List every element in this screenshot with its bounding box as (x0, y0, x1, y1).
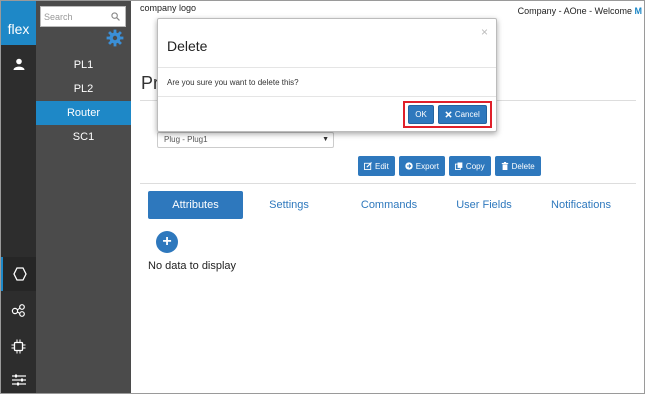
sidebar: PL1 PL2 Router SC1 (36, 1, 131, 393)
sidebar-item-pl2[interactable]: PL2 (36, 77, 131, 101)
device-select[interactable]: Plug - Plug1 ▼ (157, 132, 334, 148)
edit-icon (364, 162, 372, 170)
dialog-message: Are you sure you want to delete this? (167, 78, 299, 87)
dialog-buttons-highlight: OK Cancel (403, 101, 492, 128)
x-icon (445, 111, 452, 118)
tab-bar: Attributes Settings Commands User Fields… (148, 191, 628, 219)
search-icon[interactable] (111, 12, 120, 21)
export-button[interactable]: Export (398, 156, 445, 176)
network-nodes-icon[interactable] (1, 293, 36, 327)
hexagon-icon[interactable] (1, 257, 36, 291)
gear-icon[interactable] (106, 29, 124, 50)
edit-button[interactable]: Edit (358, 156, 395, 176)
search-input[interactable] (41, 11, 111, 22)
icon-rail: flex (1, 1, 36, 393)
tab-commands[interactable]: Commands (343, 191, 435, 219)
device-select-value: Plug - Plug1 (164, 135, 208, 144)
user-menu-link[interactable]: M (635, 6, 643, 16)
dialog-title: Delete (167, 38, 208, 54)
welcome-text: Company - AOne - Welcome M (518, 6, 642, 16)
sidebar-item-sc1[interactable]: SC1 (36, 125, 131, 149)
tab-notifications[interactable]: Notifications (534, 191, 628, 219)
action-toolbar: Edit Export Copy Delete (358, 156, 541, 176)
sidebar-item-pl1[interactable]: PL1 (36, 53, 131, 77)
tab-attributes[interactable]: Attributes (148, 191, 243, 219)
dialog-divider (158, 96, 496, 97)
sliders-icon[interactable] (1, 363, 36, 394)
tab-user-fields[interactable]: User Fields (438, 191, 530, 219)
delete-button[interactable]: Delete (494, 156, 541, 176)
edit-label: Edit (375, 161, 389, 171)
tab-settings[interactable]: Settings (248, 191, 330, 219)
ok-label: OK (415, 110, 427, 119)
close-icon[interactable]: × (481, 25, 488, 39)
trash-icon (501, 162, 508, 170)
divider (140, 183, 636, 184)
delete-label: Delete (511, 161, 535, 171)
cancel-label: Cancel (454, 110, 480, 119)
delete-dialog: Delete × Are you sure you want to delete… (157, 18, 497, 132)
copy-button[interactable]: Copy (448, 156, 491, 176)
ok-button[interactable]: OK (408, 105, 434, 124)
export-label: Export (415, 161, 439, 171)
copy-label: Copy (465, 161, 485, 171)
dialog-divider (158, 67, 496, 68)
empty-state-text: No data to display (148, 260, 237, 272)
company-logo: company logo (140, 3, 197, 13)
chip-icon[interactable] (1, 329, 36, 363)
caret-down-icon: ▼ (322, 136, 329, 143)
brand-logo[interactable]: flex (1, 1, 36, 45)
sidebar-search (40, 6, 126, 27)
user-icon[interactable] (1, 47, 36, 81)
sidebar-item-router[interactable]: Router (36, 101, 131, 125)
cancel-button[interactable]: Cancel (437, 105, 487, 124)
copy-icon (454, 162, 463, 170)
export-icon (405, 162, 413, 170)
welcome-label: Company - AOne - Welcome (517, 6, 632, 16)
add-button[interactable]: + (156, 231, 178, 253)
